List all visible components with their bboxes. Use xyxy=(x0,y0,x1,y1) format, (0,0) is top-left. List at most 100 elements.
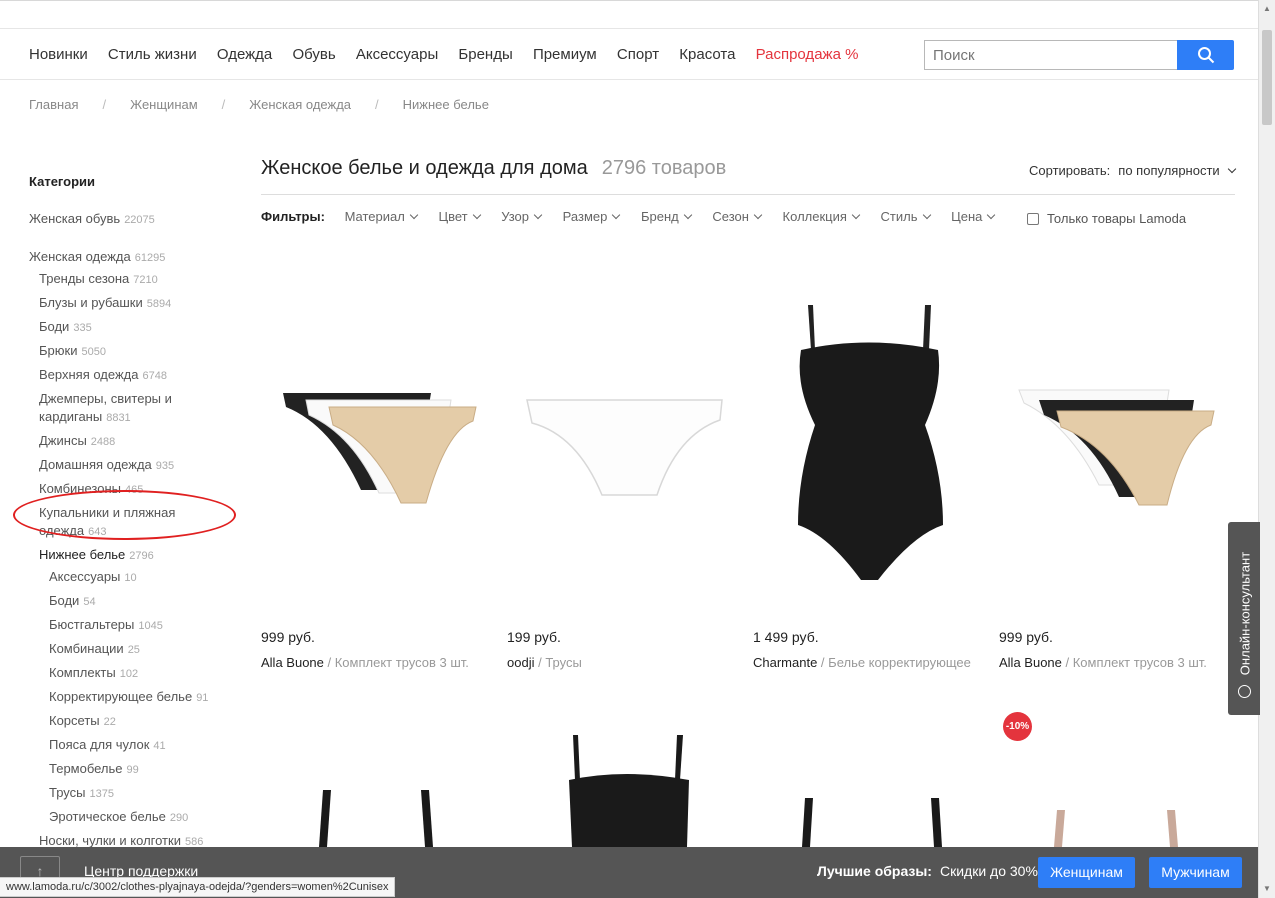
sidebar-item-label: Носки, чулки и колготки xyxy=(39,833,181,848)
sidebar-item[interactable]: Корректирующее белье 91 xyxy=(49,688,208,707)
sidebar-item-count: 41 xyxy=(153,740,166,752)
product-type: Трусы xyxy=(545,655,582,670)
product-image-bra[interactable] xyxy=(753,700,978,847)
page-title: Женское белье и одежда для дома 2796 това… xyxy=(261,157,726,180)
women-button[interactable]: Женщинам xyxy=(1038,857,1135,888)
filters-label: Фильтры: xyxy=(261,209,325,224)
lamoda-only-checkbox[interactable]: Только товары Lamoda xyxy=(1027,211,1186,226)
nav-item-accessories[interactable]: Аксессуары xyxy=(356,46,438,63)
filter-pattern[interactable]: Узор xyxy=(501,209,543,224)
sort-value[interactable]: по популярности xyxy=(1118,163,1219,178)
product-price: 999 руб. xyxy=(261,629,315,645)
filter-material[interactable]: Материал xyxy=(345,209,419,224)
product-brand: oodji xyxy=(507,655,535,670)
online-consultant-tab[interactable]: Онлайн-консультант xyxy=(1228,522,1260,715)
product-image-panties-set[interactable] xyxy=(999,275,1224,605)
sidebar-item-label: Боди xyxy=(39,319,70,334)
breadcrumb-underwear[interactable]: Нижнее белье xyxy=(403,97,489,112)
sidebar-item[interactable]: Женская одежда 61295 xyxy=(29,248,165,267)
nav-item-beauty[interactable]: Красота xyxy=(679,46,735,63)
sidebar-item[interactable]: Джемперы, свитеры и xyxy=(39,390,172,408)
sidebar-item-label: Термобелье xyxy=(49,761,123,776)
product-image-corset[interactable] xyxy=(507,700,732,847)
sidebar-item[interactable]: Боди 54 xyxy=(49,592,96,611)
nav-item-sale[interactable]: Распродажа % xyxy=(756,46,859,63)
sidebar-item-count: 5894 xyxy=(146,298,172,310)
sidebar-item[interactable]: Тренды сезона 7210 xyxy=(39,270,158,289)
sidebar-item[interactable]: Эротическое белье 290 xyxy=(49,808,188,827)
sidebar-item[interactable]: Боди 335 xyxy=(39,318,92,337)
sidebar-item-count: 1375 xyxy=(89,788,114,800)
chevron-down-icon xyxy=(753,210,763,220)
product-title[interactable]: Charmante / Белье корректирующее xyxy=(753,655,983,670)
sidebar-item[interactable]: Термобелье 99 xyxy=(49,760,139,779)
sidebar-item[interactable]: Блузы и рубашки 5894 xyxy=(39,294,171,313)
product-image-panties[interactable] xyxy=(507,275,732,605)
breadcrumb-women[interactable]: Женщинам xyxy=(130,97,198,112)
chevron-down-icon xyxy=(472,210,481,220)
product-separator: / xyxy=(323,655,335,670)
search-button[interactable] xyxy=(1177,40,1234,70)
nav-item-lifestyle[interactable]: Стиль жизни xyxy=(108,46,197,63)
sidebar-item-count: 54 xyxy=(83,596,96,608)
search-input[interactable] xyxy=(924,40,1178,70)
sidebar-item[interactable]: Комплекты 102 xyxy=(49,664,138,683)
filter-size[interactable]: Размер xyxy=(562,209,621,224)
nav-item-shoes[interactable]: Обувь xyxy=(292,46,335,63)
sidebar-item[interactable]: кардиганы 8831 xyxy=(39,408,131,427)
sidebar-item-label: Комплекты xyxy=(49,665,116,680)
nav-item-premium[interactable]: Премиум xyxy=(533,46,597,63)
filter-label: Стиль xyxy=(880,209,918,224)
sidebar-item-count: 2796 xyxy=(129,550,154,562)
sidebar-item-label: Корсеты xyxy=(49,713,100,728)
product-title[interactable]: Alla Buone / Комплект трусов 3 шт. xyxy=(999,655,1214,670)
product-type: Комплект трусов 3 шт. xyxy=(1072,655,1207,670)
scroll-up-arrow-icon[interactable]: ▲ xyxy=(1263,4,1271,13)
filter-price[interactable]: Цена xyxy=(951,209,996,224)
sidebar-item[interactable]: Нижнее белье 2796 xyxy=(39,546,154,565)
sidebar-item-label: Эротическое белье xyxy=(49,809,166,824)
sidebar-item[interactable]: Аксессуары 10 xyxy=(49,568,137,587)
scrollbar-thumb[interactable] xyxy=(1262,30,1272,125)
filter-label: Размер xyxy=(562,209,608,224)
sidebar-item[interactable]: Женская обувь 22075 xyxy=(29,210,155,229)
nav-item-brands[interactable]: Бренды xyxy=(458,46,512,63)
product-image-bodysuit[interactable] xyxy=(753,275,978,605)
category-sidebar: Категории Женская обувь 22075 Женская одеж… xyxy=(29,174,239,848)
breadcrumb-separator: / xyxy=(375,97,379,112)
sidebar-item[interactable]: Трусы 1375 xyxy=(49,784,114,803)
nav-item-clothes[interactable]: Одежда xyxy=(217,46,272,63)
product-title[interactable]: Alla Buone / Комплект трусов 3 шт. xyxy=(261,655,491,670)
breadcrumb-women-clothes[interactable]: Женская одежда xyxy=(249,97,351,112)
product-image-panties-set[interactable] xyxy=(261,275,486,605)
page-scrollbar[interactable]: ▲ ▼ xyxy=(1258,0,1275,898)
product-title[interactable]: oodji / Трусы xyxy=(507,655,737,670)
product-brand: Alla Buone xyxy=(999,655,1062,670)
filter-color[interactable]: Цвет xyxy=(438,209,481,224)
filter-season[interactable]: Сезон xyxy=(712,209,763,224)
nav-item-new[interactable]: Новинки xyxy=(29,46,88,63)
filter-style[interactable]: Стиль xyxy=(880,209,931,224)
product-brand: Charmante xyxy=(753,655,818,670)
filter-brand[interactable]: Бренд xyxy=(641,209,692,224)
sidebar-item[interactable]: Домашняя одежда 935 xyxy=(39,456,174,475)
breadcrumb-home[interactable]: Главная xyxy=(29,97,78,112)
men-button[interactable]: Мужчинам xyxy=(1149,857,1242,888)
sidebar-item[interactable]: Брюки 5050 xyxy=(39,342,106,361)
filter-collection[interactable]: Коллекция xyxy=(783,209,861,224)
nav-item-sport[interactable]: Спорт xyxy=(617,46,659,63)
product-image-bra[interactable] xyxy=(999,700,1224,847)
sidebar-item[interactable]: Комбинации 25 xyxy=(49,640,140,659)
product-image-bra[interactable] xyxy=(261,700,486,847)
sidebar-item[interactable]: Бюстгальтеры 1045 xyxy=(49,616,163,635)
lamoda-only-label: Только товары Lamoda xyxy=(1047,211,1187,226)
checkbox-box[interactable] xyxy=(1027,213,1039,225)
sidebar-item[interactable]: Пояса для чулок 41 xyxy=(49,736,166,755)
sidebar-item-label: Женская одежда xyxy=(29,249,131,264)
scroll-down-arrow-icon[interactable]: ▼ xyxy=(1263,884,1271,893)
sort-control[interactable]: Сортировать: по популярности xyxy=(1029,163,1237,178)
sidebar-item-count: 2488 xyxy=(90,436,116,448)
sidebar-item[interactable]: Верхняя одежда 6748 xyxy=(39,366,167,385)
sidebar-item[interactable]: Джинсы 2488 xyxy=(39,432,115,451)
sidebar-item[interactable]: Корсеты 22 xyxy=(49,712,116,731)
